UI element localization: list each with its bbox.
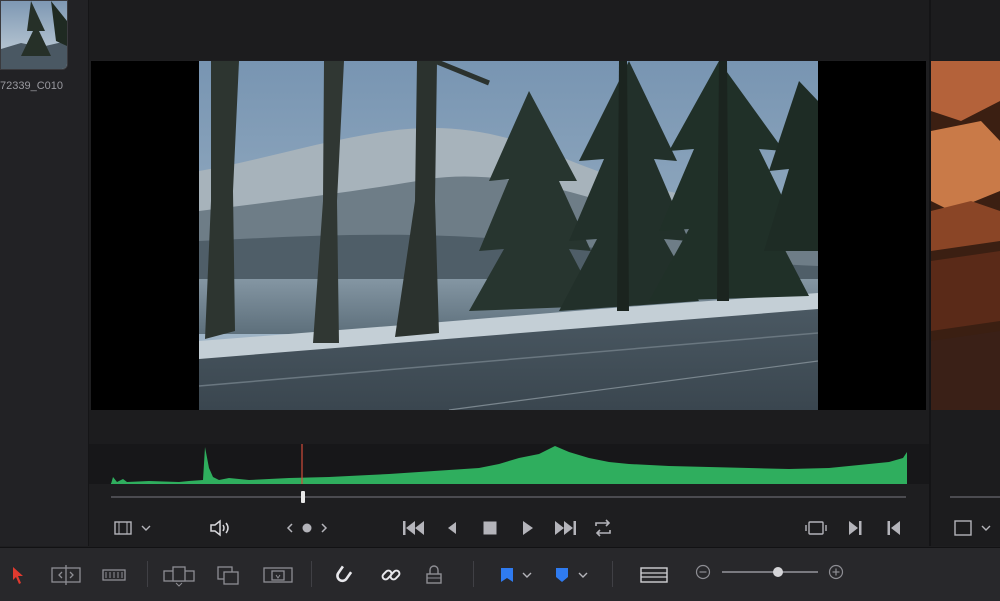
viewer-footer (89, 410, 929, 444)
stop-button[interactable] (480, 517, 500, 539)
audio-button[interactable] (208, 518, 232, 538)
overwrite-clip-button[interactable] (214, 563, 242, 587)
zoom-in-button[interactable] (827, 563, 845, 581)
play-to-end-button[interactable] (552, 517, 578, 539)
overwrite-clip-icon (217, 566, 239, 585)
go-to-start-button[interactable] (401, 517, 427, 539)
loop-icon (595, 519, 611, 537)
loop-button[interactable] (591, 516, 615, 540)
trim-tool-button[interactable] (50, 563, 82, 587)
snapping-icon (336, 565, 353, 583)
flag-icon (501, 568, 532, 582)
toolbar-separator (311, 561, 312, 587)
marker-icon (556, 568, 588, 582)
trim-tool-icon (51, 565, 81, 585)
match-frame-button[interactable] (804, 517, 828, 539)
zoom-in-icon (828, 564, 844, 580)
clip-view-icon (114, 521, 151, 535)
prev-clip-button[interactable] (884, 517, 904, 539)
audio-waveform[interactable] (89, 444, 929, 485)
step-back-icon (448, 522, 456, 534)
toolbar-separator (612, 561, 613, 587)
safe-area-icon (954, 520, 991, 536)
viewer-header (89, 0, 929, 60)
timeline-view-icon (640, 567, 668, 583)
scrub-bar[interactable] (111, 496, 906, 498)
selection-tool-icon (13, 567, 23, 584)
prev-marker-button[interactable] (284, 519, 296, 537)
prev-clip-icon (887, 521, 900, 535)
selection-tool-button[interactable] (8, 563, 28, 587)
next-marker-button[interactable] (318, 519, 330, 537)
blade-tool-button[interactable] (100, 563, 128, 587)
play-to-end-icon (555, 521, 576, 535)
waveform-shape (111, 446, 907, 484)
toolbar-separator (473, 561, 474, 587)
timeline-view-button[interactable] (639, 563, 669, 587)
zoom-out-icon (695, 564, 711, 580)
linked-selection-button[interactable] (379, 563, 403, 587)
play-button[interactable] (517, 517, 537, 539)
playhead-handle[interactable] (301, 491, 305, 503)
toolbar-separator (147, 561, 148, 587)
timeline-scrub-bar[interactable] (950, 496, 1000, 498)
next-marker-icon (321, 523, 328, 533)
audio-icon (210, 519, 229, 537)
marker-button[interactable] (552, 563, 592, 587)
insert-clip-button[interactable] (162, 563, 196, 587)
zoom-slider-knob[interactable] (773, 567, 783, 577)
clip-thumbnail[interactable] (0, 0, 68, 70)
marker-dot-icon (302, 523, 312, 533)
go-to-start-icon (403, 521, 424, 535)
clip-view-button[interactable] (112, 518, 156, 538)
marker-dot-button[interactable] (300, 521, 314, 535)
timeline-video-frame (931, 61, 1000, 410)
match-frame-icon (805, 521, 827, 535)
clip-label: 72339_C010 (0, 80, 64, 92)
insert-clip-icon (163, 566, 195, 587)
linked-selection-icon (381, 569, 401, 581)
position-lock-icon (426, 565, 442, 584)
replace-clip-button[interactable] (262, 563, 294, 587)
zoom-out-button[interactable] (694, 563, 712, 581)
blade-tool-icon (102, 569, 126, 581)
zoom-slider-track[interactable] (722, 571, 818, 573)
timeline-view-options-button[interactable] (952, 517, 996, 539)
play-icon (523, 521, 533, 535)
position-lock-button[interactable] (422, 563, 446, 587)
next-clip-icon (849, 521, 862, 535)
snapping-button[interactable] (331, 563, 355, 587)
source-viewer[interactable] (91, 61, 926, 410)
flag-button[interactable] (496, 563, 536, 587)
video-frame (199, 61, 818, 410)
prev-marker-icon (286, 523, 293, 533)
next-clip-button[interactable] (845, 517, 865, 539)
replace-clip-icon (263, 567, 293, 583)
step-back-button[interactable] (443, 517, 461, 539)
stop-icon (483, 521, 497, 535)
